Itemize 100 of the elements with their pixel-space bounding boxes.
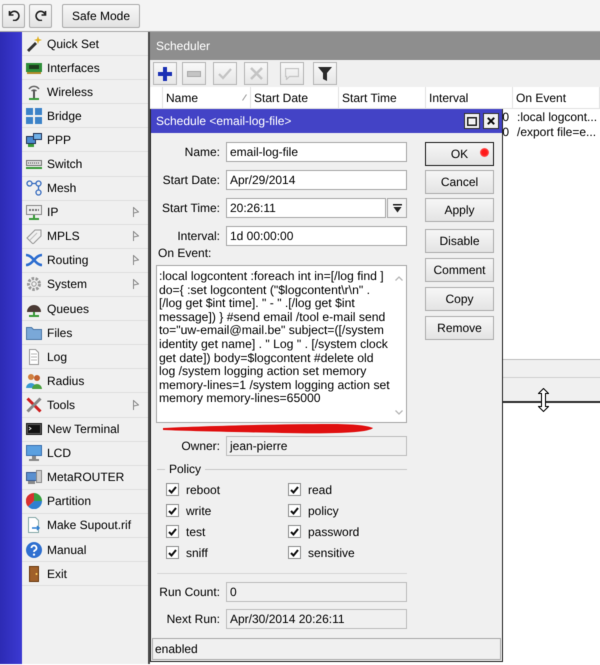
dropdown-button[interactable] bbox=[387, 198, 407, 218]
add-button[interactable] bbox=[153, 62, 177, 85]
tag-icon bbox=[26, 228, 42, 244]
column-header[interactable]: Interval bbox=[426, 87, 513, 108]
checkbox-label[interactable]: policy bbox=[308, 504, 339, 518]
panel-stand-icon bbox=[26, 204, 42, 220]
dialog-button[interactable]: Cancel bbox=[425, 170, 494, 194]
column-header[interactable]: Name bbox=[163, 87, 251, 108]
terminal-icon bbox=[26, 421, 42, 438]
checkbox[interactable] bbox=[166, 525, 179, 538]
checkbox[interactable] bbox=[288, 483, 301, 496]
checkbox[interactable] bbox=[166, 504, 179, 517]
status-bar: enabled bbox=[152, 638, 501, 660]
computer-icon bbox=[26, 469, 42, 486]
safe-mode-button[interactable]: Safe Mode bbox=[62, 4, 140, 28]
field-label: Interval: bbox=[177, 229, 220, 243]
help-icon bbox=[26, 542, 42, 558]
menu-item[interactable]: Quick Set bbox=[22, 32, 148, 56]
menu-item[interactable]: LCD bbox=[22, 442, 148, 466]
crossed-curves-icon bbox=[26, 252, 42, 268]
readonly-field: 0 bbox=[226, 582, 407, 602]
monitors-icon bbox=[26, 132, 42, 148]
door-icon bbox=[26, 566, 42, 582]
dialog-button[interactable]: Apply bbox=[425, 198, 494, 222]
dialog-button[interactable]: OK bbox=[425, 142, 494, 166]
checkbox[interactable] bbox=[288, 546, 301, 559]
menu-item[interactable]: Log bbox=[22, 345, 148, 370]
menu-item[interactable]: MPLS bbox=[22, 224, 148, 249]
antenna-icon bbox=[26, 84, 42, 100]
gear-icon bbox=[26, 276, 42, 292]
tick-icon bbox=[168, 548, 177, 556]
tick-icon bbox=[290, 506, 299, 514]
magic-wand-icon bbox=[26, 36, 42, 52]
checkbox[interactable] bbox=[288, 504, 301, 517]
menu-item[interactable]: Files bbox=[22, 321, 148, 346]
checkbox-label[interactable]: write bbox=[186, 504, 212, 518]
checkbox[interactable] bbox=[166, 483, 179, 496]
filter-button[interactable] bbox=[313, 62, 337, 85]
tick-icon bbox=[168, 528, 177, 536]
menu-item[interactable]: Tools bbox=[22, 393, 148, 418]
input-field[interactable]: 1d 00:00:00 bbox=[226, 226, 407, 246]
monitor-icon bbox=[26, 445, 42, 462]
checkbox-label[interactable]: test bbox=[186, 524, 206, 538]
checkbox-label[interactable]: read bbox=[308, 482, 332, 496]
tick-icon bbox=[168, 486, 177, 494]
menu-item[interactable]: Exit bbox=[22, 562, 148, 586]
field-label: Run Count: bbox=[159, 585, 220, 599]
menu-item[interactable]: Queues bbox=[22, 297, 148, 322]
checkbox-label[interactable]: reboot bbox=[186, 482, 220, 496]
dialog-button[interactable]: Disable bbox=[425, 229, 494, 253]
redo-button[interactable] bbox=[29, 4, 52, 28]
field-label: Start Time: bbox=[162, 201, 220, 215]
table-cell: 0 bbox=[502, 124, 509, 138]
document-arrow-icon bbox=[26, 517, 42, 534]
field-label: Start Date: bbox=[162, 173, 220, 187]
checkbox-label[interactable]: password bbox=[308, 524, 360, 538]
menu-item[interactable]: System bbox=[22, 272, 148, 298]
menu-item[interactable]: Switch bbox=[22, 152, 148, 177]
table-cell-text: /export file=e... bbox=[516, 124, 598, 139]
field-label: Name: bbox=[184, 145, 220, 159]
menu-item[interactable]: Wireless bbox=[22, 80, 148, 104]
menu-item[interactable]: Interfaces bbox=[22, 56, 148, 80]
dialog-button[interactable]: Copy bbox=[425, 287, 494, 311]
menu-item[interactable]: Partition bbox=[22, 490, 148, 514]
down-arrow-icon bbox=[392, 204, 402, 212]
input-field[interactable]: 20:26:11 bbox=[226, 198, 386, 218]
menu-item[interactable]: Mesh bbox=[22, 176, 148, 201]
menu-item[interactable]: IP bbox=[22, 200, 148, 225]
readonly-field: jean-pierre bbox=[226, 436, 407, 456]
dialog-button[interactable]: Comment bbox=[425, 258, 494, 282]
undo-button[interactable] bbox=[2, 4, 25, 28]
checkbox[interactable] bbox=[166, 546, 179, 559]
close-button[interactable] bbox=[483, 113, 499, 129]
redo-icon bbox=[34, 10, 46, 21]
input-field[interactable]: Apr/29/2014 bbox=[226, 170, 407, 190]
column-header[interactable]: On Event bbox=[513, 87, 600, 108]
menu-item[interactable]: PPP bbox=[22, 128, 148, 152]
undo-icon bbox=[8, 10, 20, 21]
menu-item[interactable]: Radius bbox=[22, 369, 148, 394]
menu-item[interactable]: MetaROUTER bbox=[22, 466, 148, 490]
field-label: Owner: bbox=[181, 439, 220, 453]
menu-item[interactable]: Manual bbox=[22, 538, 148, 562]
menu-item[interactable]: Routing bbox=[22, 248, 148, 273]
maximize-button[interactable] bbox=[464, 113, 480, 129]
input-field[interactable]: email-log-file bbox=[226, 142, 407, 162]
four-squares-icon bbox=[26, 108, 42, 124]
checkbox-label[interactable]: sniff bbox=[186, 546, 208, 560]
menu-item[interactable]: Bridge bbox=[22, 104, 148, 128]
table-cell-text: :local logcont... bbox=[516, 109, 598, 124]
menu-item[interactable]: New Terminal bbox=[22, 418, 148, 442]
checkbox-label[interactable]: sensitive bbox=[308, 546, 355, 560]
column-header[interactable]: Start Date bbox=[251, 87, 339, 108]
tick-icon bbox=[168, 506, 177, 514]
checkbox[interactable] bbox=[288, 525, 301, 538]
tick-icon bbox=[290, 486, 299, 494]
column-header[interactable]: Start Time bbox=[339, 87, 426, 108]
annotation-dot-icon bbox=[480, 148, 489, 157]
menu-item[interactable]: Make Supout.rif bbox=[22, 514, 148, 538]
nodes-icon bbox=[26, 180, 42, 196]
dialog-button[interactable]: Remove bbox=[425, 316, 494, 340]
